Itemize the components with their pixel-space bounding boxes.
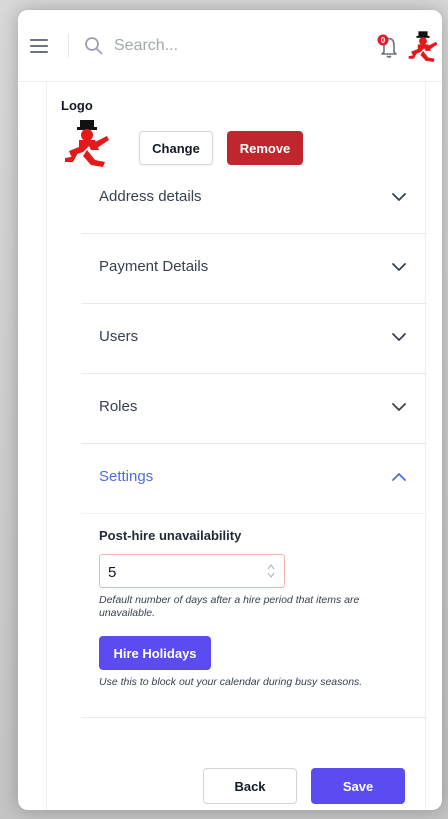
search-box[interactable]: [84, 32, 304, 60]
accordion-label: Roles: [99, 398, 138, 415]
top-bar: 0: [18, 10, 442, 82]
hire-holidays-help-text: Use this to block out your calendar duri…: [99, 676, 363, 688]
remove-logo-button[interactable]: Remove: [227, 131, 303, 165]
settings-panel: Post-hire unavailability Default number …: [81, 518, 427, 718]
chevron-down-icon: [392, 263, 406, 271]
accordion-label: Address details: [99, 188, 202, 205]
accordion-users[interactable]: Users: [81, 304, 427, 374]
form-footer: Back Save: [47, 750, 427, 810]
post-hire-input[interactable]: [108, 561, 248, 583]
accordion-payment-details[interactable]: Payment Details: [81, 234, 427, 304]
company-logo: [65, 120, 109, 167]
accordion-label: Payment Details: [99, 258, 209, 275]
avatar-logo-icon: [408, 31, 438, 63]
app-window: 0 Logo: [18, 10, 442, 810]
menu-icon[interactable]: [30, 39, 48, 53]
logo-label: Logo: [61, 98, 93, 113]
accordion-label: Users: [99, 328, 139, 345]
notification-count: 0: [381, 36, 386, 45]
change-logo-button[interactable]: Change: [139, 131, 213, 165]
search-icon: [85, 37, 103, 55]
hire-holidays-button[interactable]: Hire Holidays: [99, 636, 211, 670]
chevron-down-icon: [392, 403, 406, 411]
accordion-address-details[interactable]: Address details: [81, 164, 427, 234]
post-hire-field[interactable]: [99, 554, 285, 588]
bell-icon: 0: [377, 34, 397, 58]
accordion-roles[interactable]: Roles: [81, 374, 427, 444]
accordion-settings[interactable]: Settings: [81, 444, 427, 514]
avatar[interactable]: [406, 30, 440, 64]
chevron-up-icon: [392, 473, 406, 481]
screen-background: 0 Logo: [0, 0, 448, 819]
company-settings-card: Logo Change Remove Address details Payme…: [46, 82, 427, 810]
number-stepper-icon[interactable]: [266, 562, 276, 580]
post-hire-label: Post-hire unavailability: [99, 528, 242, 543]
save-button[interactable]: Save: [311, 768, 405, 804]
post-hire-help-text: Default number of days after a hire peri…: [99, 594, 360, 619]
chevron-down-icon: [392, 193, 406, 201]
search-input[interactable]: [114, 32, 294, 60]
divider: [68, 34, 69, 58]
accordion-label: Settings: [99, 468, 154, 485]
notifications-button[interactable]: 0: [376, 32, 402, 60]
back-button[interactable]: Back: [203, 768, 297, 804]
chevron-down-icon: [392, 333, 406, 341]
